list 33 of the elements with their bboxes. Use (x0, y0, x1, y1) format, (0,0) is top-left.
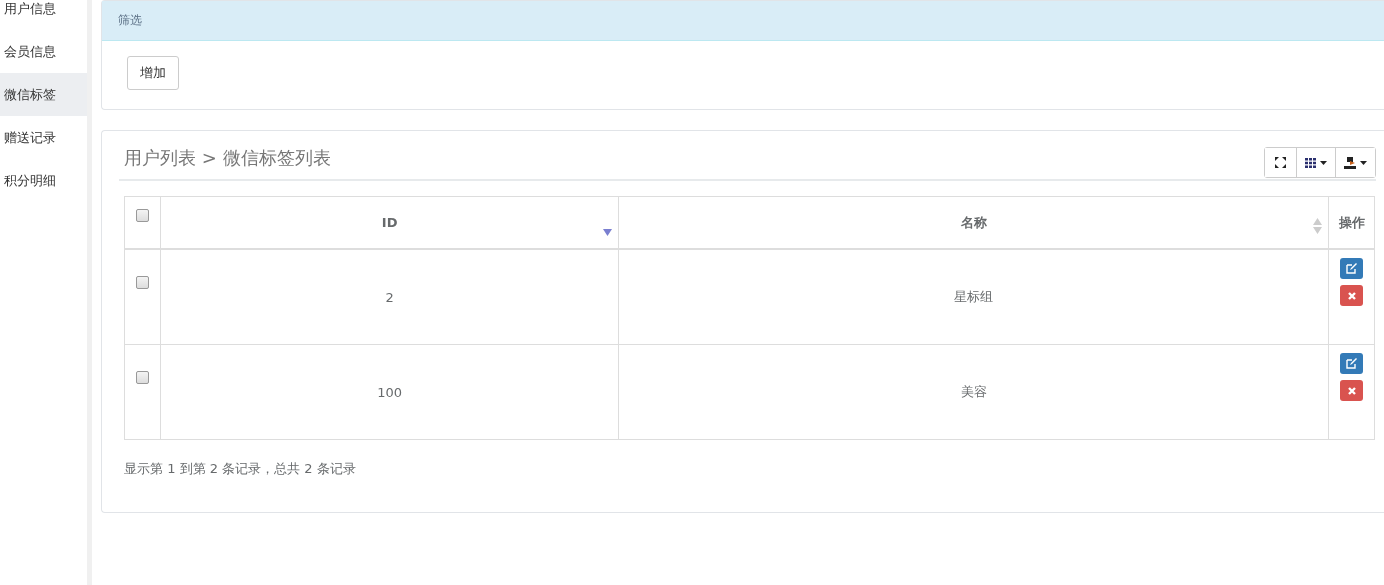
table-cell: 100 (377, 384, 403, 400)
edit-icon (1346, 358, 1357, 369)
add-button[interactable]: 增加 (127, 56, 179, 90)
sidebar-item[interactable]: 积分明细 (0, 159, 87, 202)
delete-button[interactable] (1340, 380, 1363, 401)
close-icon (1347, 386, 1356, 395)
fullscreen-icon (1275, 157, 1286, 168)
column-header[interactable]: 操作 (1338, 214, 1365, 230)
export-button[interactable] (1335, 148, 1375, 177)
checkbox[interactable] (136, 209, 149, 222)
checkbox[interactable] (136, 276, 149, 289)
caret-icon (1360, 160, 1367, 165)
download-icon (1344, 156, 1356, 169)
sidebar-item[interactable]: 用户信息 (0, 0, 87, 30)
table-cell: 美容 (960, 384, 987, 399)
delete-button[interactable] (1340, 285, 1363, 306)
pagination-info: 显示第 1 到第 2 条记录，总共 2 条记录 (124, 460, 357, 478)
checkbox[interactable] (136, 371, 149, 384)
edit-icon (1346, 263, 1357, 274)
list-title: 用户列表 > 微信标签列表 (124, 146, 331, 170)
sidebar-item[interactable]: 微信标签 (0, 73, 87, 116)
column-header[interactable]: 名称 (960, 214, 987, 230)
panel-title: 筛选 (118, 12, 142, 29)
sidebar-item[interactable]: 会员信息 (0, 30, 87, 73)
edit-button[interactable] (1340, 353, 1363, 374)
caret-icon (1320, 160, 1327, 165)
table-cell: 星标组 (954, 289, 994, 304)
table-cell: 2 (385, 289, 394, 305)
sidebar-item[interactable]: 赠送记录 (0, 116, 87, 159)
close-icon (1347, 291, 1356, 300)
column-header[interactable]: ID (381, 215, 398, 230)
grid-icon (1305, 157, 1316, 168)
edit-button[interactable] (1340, 258, 1363, 279)
